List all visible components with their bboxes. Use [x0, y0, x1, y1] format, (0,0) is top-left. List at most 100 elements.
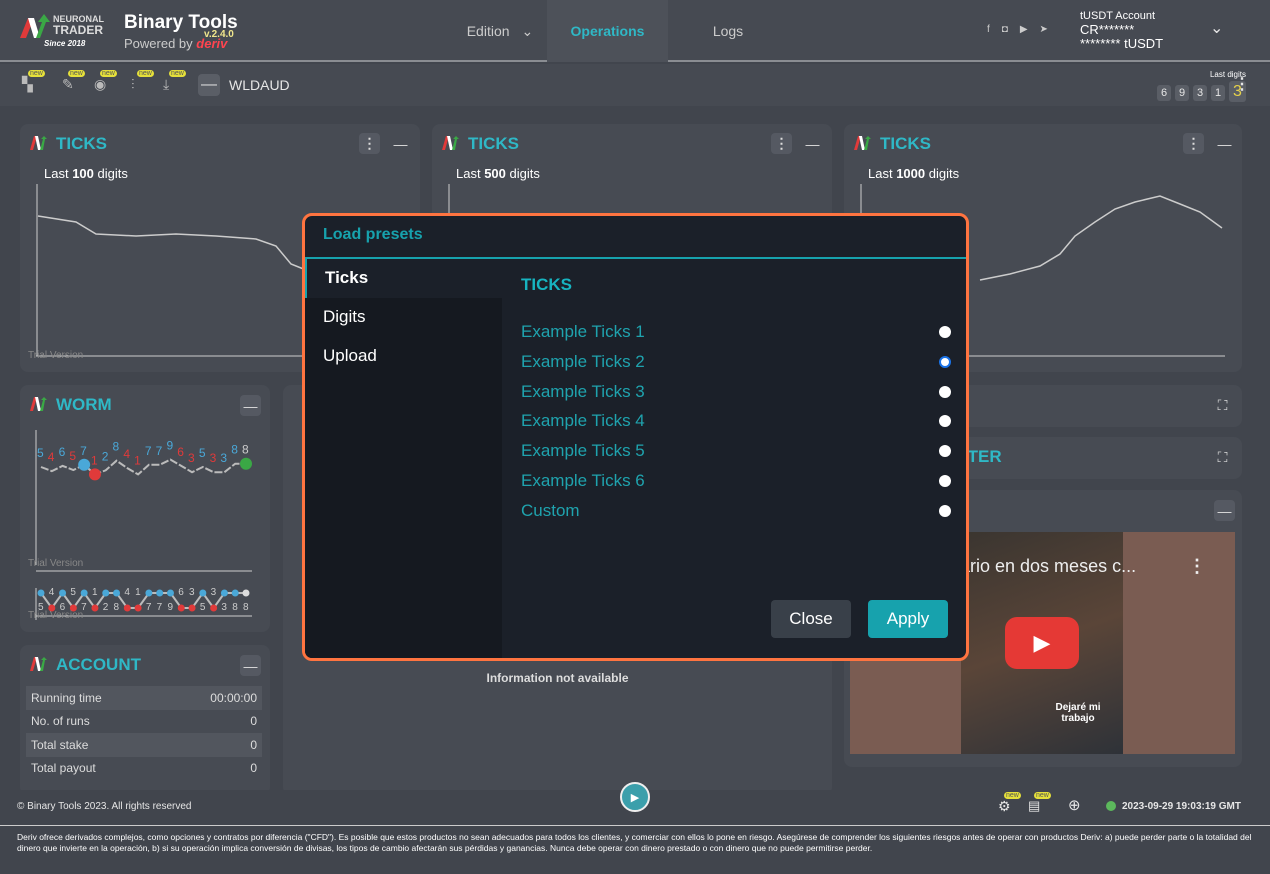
more-vert-icon[interactable]: ⋮	[359, 133, 380, 154]
minimize-button[interactable]: —	[1214, 133, 1235, 154]
layout-icon[interactable]: ▚ new	[22, 70, 45, 93]
digit-point	[37, 589, 45, 597]
fullscreen-icon[interactable]: ⛶	[1212, 447, 1233, 468]
row-label: Running time	[31, 690, 102, 705]
edit-icon[interactable]: ✎ new	[62, 70, 85, 93]
worm-marker-low	[88, 468, 101, 481]
close-button[interactable]: Close	[771, 600, 851, 638]
tab-ticks[interactable]: Ticks	[305, 259, 502, 298]
chevron-down-icon[interactable]: ⌄	[1210, 18, 1223, 38]
document-icon[interactable]: ▤	[1028, 798, 1040, 814]
digit-label: 7	[157, 602, 163, 613]
worm-marker-current	[240, 457, 252, 470]
section-title: TICKS	[521, 275, 572, 294]
worm-chart: 5 4 6 5 71 284 17 7 9 6 3 5 3 38 85465712 84 17 7 96 3533 8 8	[35, 430, 252, 620]
globe-icon[interactable]: ⊕	[1068, 796, 1081, 814]
status-dot	[1106, 801, 1116, 811]
sub-count: 500	[484, 166, 506, 181]
digit-label: 7	[146, 602, 152, 613]
play-button[interactable]: ▶	[620, 782, 650, 812]
digit-point	[123, 604, 131, 612]
facebook-icon[interactable]: f	[987, 24, 990, 35]
app-version: v.2.4.0	[204, 29, 234, 40]
more-vert-icon[interactable]: ⋮	[771, 133, 792, 154]
preset-option[interactable]: Example Ticks 3	[521, 382, 951, 402]
preset-option[interactable]: Example Ticks 6	[521, 471, 951, 491]
preset-radio[interactable]	[939, 415, 951, 428]
settings-icon[interactable]: ⚙	[998, 798, 1011, 815]
nav-operations[interactable]: Operations	[547, 0, 668, 62]
more-vert-icon[interactable]: ⋮	[1183, 133, 1204, 154]
digit-label: 4	[49, 587, 55, 598]
sub-suffix: digits	[928, 166, 960, 181]
worm-digit-label: 7	[156, 444, 163, 458]
download-icon[interactable]: ⤓ new	[163, 70, 186, 93]
new-badge: new	[28, 70, 45, 77]
preset-radio[interactable]	[939, 475, 951, 487]
account-balance: ******** tUSDT	[1080, 36, 1164, 51]
worm-digit-label: 5	[69, 449, 76, 463]
minimize-button[interactable]: —	[240, 395, 261, 416]
footer: © Binary Tools 2023. All rights reserved…	[0, 782, 1270, 826]
preset-option[interactable]: Example Ticks 1	[521, 322, 951, 342]
instagram-icon[interactable]: ◘	[1002, 24, 1008, 35]
worm-digit-label: 4	[123, 447, 130, 461]
more-vert-icon[interactable]: ⋮	[1188, 556, 1206, 577]
youtube-icon[interactable]: ▶	[1020, 24, 1028, 35]
digit-point	[166, 589, 174, 597]
digit-point	[177, 604, 185, 612]
info-message: Information not available	[486, 671, 629, 685]
account-label: tUSDT Account	[1080, 10, 1155, 22]
youtube-play-icon[interactable]: ▶	[1005, 617, 1079, 669]
neuronal-trader-logo: NEURONAL TRADER Since 2018	[20, 14, 105, 48]
preset-radio[interactable]	[939, 504, 951, 517]
collapse-button[interactable]: —	[198, 74, 220, 96]
fullscreen-icon[interactable]: ⛶	[1212, 395, 1233, 416]
account-selector[interactable]: tUSDT Account CR******* ******** tUSDT	[1080, 9, 1163, 51]
digit-label: 3	[221, 602, 227, 613]
digit-label: 2	[103, 602, 109, 613]
preset-label: Custom	[521, 500, 580, 520]
minimize-button[interactable]: —	[802, 133, 823, 154]
nav-edition[interactable]: Edition ⌄	[450, 0, 550, 62]
sub-count: 100	[72, 166, 94, 181]
worm-digit-label: 7	[80, 444, 87, 458]
worm-digit-label: 5	[37, 446, 44, 460]
minimize-button[interactable]: —	[1214, 500, 1235, 521]
brand-icon	[30, 136, 47, 150]
brand-icon	[442, 136, 459, 150]
preset-radio[interactable]	[939, 445, 951, 458]
apply-button[interactable]: Apply	[868, 600, 948, 638]
row-value: 00:00:00	[210, 690, 257, 705]
nav-logs[interactable]: Logs	[690, 0, 766, 62]
tab-upload[interactable]: Upload	[305, 337, 502, 376]
preset-option[interactable]: Example Ticks 2	[521, 352, 951, 372]
preset-radio[interactable]	[939, 326, 951, 338]
digit-point	[210, 604, 218, 612]
account-panel: ACCOUNT — Running time 00:00:00 No. of ru…	[20, 645, 270, 795]
brand-icon	[854, 136, 871, 150]
sliders-icon[interactable]: ⫶ new	[131, 70, 154, 93]
telegram-icon[interactable]: ➤	[1040, 24, 1048, 35]
target-icon[interactable]: ◉ new	[94, 70, 117, 93]
preset-option[interactable]: Custom	[521, 501, 951, 521]
digit-label: 4	[124, 587, 130, 598]
chevron-down-icon: ⌄	[521, 22, 534, 39]
header: NEURONAL TRADER Since 2018 Binary Tools …	[0, 0, 1270, 62]
preset-radio[interactable]	[939, 355, 951, 368]
worm-digit-label: 9	[166, 439, 173, 453]
tab-digits[interactable]: Digits	[305, 298, 502, 337]
digit-label: 5	[200, 602, 206, 613]
preset-option[interactable]: Example Ticks 5	[521, 441, 951, 461]
more-vert-icon[interactable]: ⋮	[1234, 74, 1250, 94]
panel-title: ACCOUNT	[56, 655, 141, 674]
social-links: f ◘ ▶ ➤	[987, 24, 1048, 35]
minimize-button[interactable]: —	[240, 655, 261, 676]
table-row: Total stake 0	[26, 733, 262, 757]
preset-radio[interactable]	[939, 385, 951, 398]
worm-digit-label: 3	[220, 451, 227, 465]
minimize-button[interactable]: —	[390, 133, 411, 154]
preset-option[interactable]: Example Ticks 4	[521, 411, 951, 431]
worm-digit-label: 5	[199, 446, 206, 460]
digit-point	[102, 589, 110, 597]
